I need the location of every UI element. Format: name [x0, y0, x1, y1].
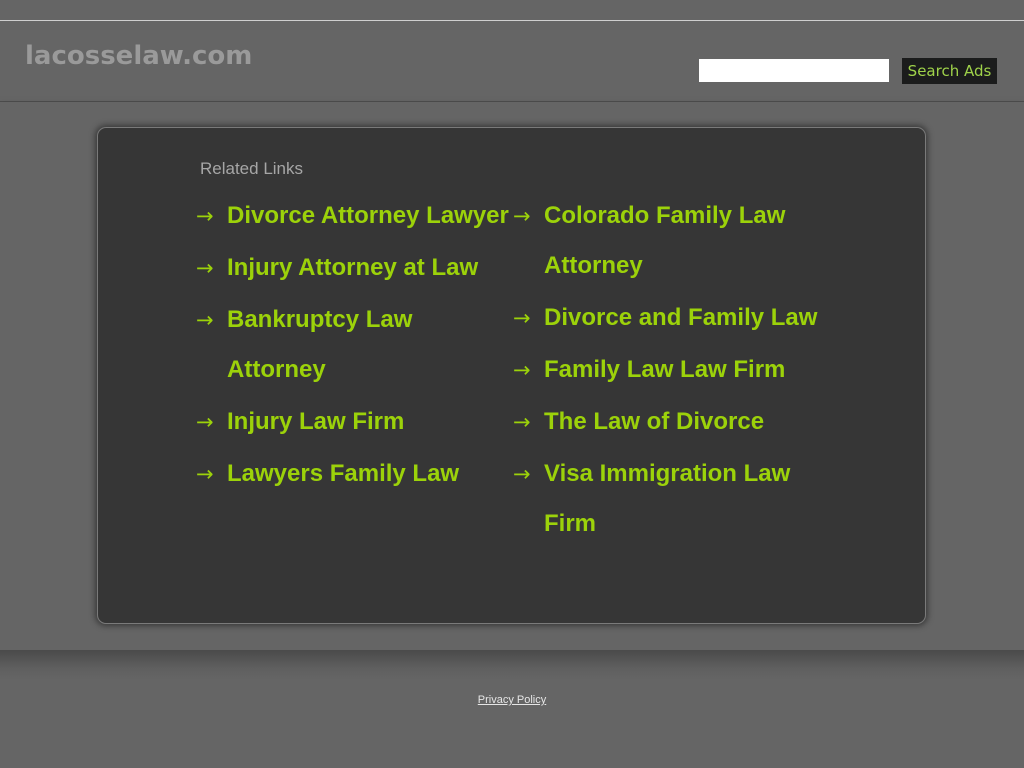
related-link-label: Family Law Law Firm [544, 356, 786, 383]
related-link[interactable]: → Visa Immigration Law Firm [513, 449, 833, 549]
arrow-right-icon: → [513, 306, 531, 330]
search-ads-button[interactable]: Search Ads [902, 58, 997, 84]
related-link[interactable]: → Injury Attorney at Law [196, 243, 516, 293]
related-link[interactable]: → Divorce Attorney Lawyer [196, 191, 516, 241]
privacy-policy-link[interactable]: Privacy Policy [0, 694, 1024, 706]
header: lacosselaw.com Search Ads [0, 21, 1024, 102]
related-link-label: Visa Immigration Law Firm [544, 460, 791, 537]
related-link-label: Injury Law Firm [227, 408, 405, 435]
arrow-right-icon: → [513, 462, 531, 486]
related-link-label: Lawyers Family Law [227, 460, 460, 487]
related-link[interactable]: → Bankruptcy Law Attorney [196, 295, 516, 395]
related-links-panel: Related Links → Divorce Attorney Lawyer … [97, 127, 926, 624]
related-link-label: The Law of Divorce [544, 408, 765, 435]
arrow-right-icon: → [196, 410, 214, 434]
related-link-label: Divorce Attorney Lawyer [227, 202, 509, 229]
site-title: lacosselaw.com [25, 41, 253, 71]
related-links-left-column: → Divorce Attorney Lawyer → Injury Attor… [196, 191, 516, 501]
search-input[interactable] [699, 59, 889, 82]
related-link[interactable]: → Lawyers Family Law [196, 449, 516, 499]
related-link[interactable]: → Colorado Family Law Attorney [513, 191, 833, 291]
content-band: Related Links → Divorce Attorney Lawyer … [0, 102, 1024, 650]
arrow-right-icon: → [196, 256, 214, 280]
related-link-label: Divorce and Family Law [544, 304, 818, 331]
footer: Privacy Policy [0, 650, 1024, 768]
related-link-label: Colorado Family Law Attorney [544, 202, 786, 279]
related-links-right-column: → Colorado Family Law Attorney → Divorce… [513, 191, 833, 551]
related-link[interactable]: → Family Law Law Firm [513, 345, 833, 395]
related-link-label: Injury Attorney at Law [227, 254, 479, 281]
top-strip [0, 0, 1024, 21]
arrow-right-icon: → [513, 410, 531, 434]
arrow-right-icon: → [196, 308, 214, 332]
related-links-heading: Related Links [200, 159, 304, 178]
arrow-right-icon: → [513, 204, 531, 228]
arrow-right-icon: → [196, 204, 214, 228]
related-link[interactable]: → Injury Law Firm [196, 397, 516, 447]
related-link-label: Bankruptcy Law Attorney [227, 306, 413, 383]
related-link[interactable]: → The Law of Divorce [513, 397, 833, 447]
related-link[interactable]: → Divorce and Family Law [513, 293, 833, 343]
arrow-right-icon: → [196, 462, 214, 486]
arrow-right-icon: → [513, 358, 531, 382]
